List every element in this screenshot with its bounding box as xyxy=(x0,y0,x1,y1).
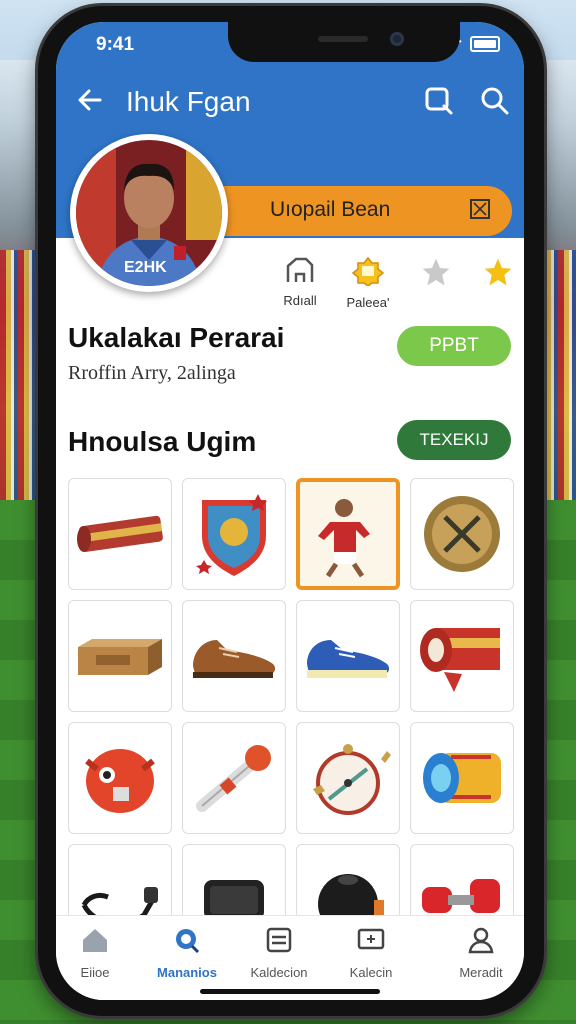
player-card-icon xyxy=(318,499,370,578)
banner-label: Uıopail Bean xyxy=(270,198,391,221)
medal-icon xyxy=(424,496,500,572)
star-outline-button[interactable] xyxy=(406,256,466,293)
action-rdiall[interactable]: Rdıall xyxy=(270,256,330,308)
page-title: Ihuk Fgan xyxy=(126,86,251,117)
collection-icon xyxy=(266,927,292,953)
grid-item-compass[interactable] xyxy=(296,722,400,834)
svg-text:E2HK: E2HK xyxy=(124,259,167,276)
home-indicator[interactable] xyxy=(200,989,380,994)
scan-search-icon[interactable] xyxy=(424,86,454,116)
back-arrow-icon[interactable] xyxy=(76,86,104,114)
tab-label: Mananios xyxy=(157,965,217,980)
star-filled-icon xyxy=(484,258,512,286)
star-filled-button[interactable] xyxy=(468,256,524,293)
status-time: 9:41 xyxy=(96,34,135,55)
tab-kaldecion[interactable]: Kaldecion xyxy=(234,926,324,980)
profile-name: Ukalakaı Perarai xyxy=(68,322,285,353)
tab-label: Kalecin xyxy=(349,965,393,980)
wooden-box-icon xyxy=(78,639,162,675)
grid-item-crest[interactable] xyxy=(182,478,286,590)
ppbt-button[interactable]: PPBT xyxy=(397,326,511,366)
search-badge-icon xyxy=(176,929,200,954)
blue-boot-icon xyxy=(307,640,390,678)
front-camera xyxy=(390,32,404,46)
scarf-roll-icon xyxy=(420,628,500,692)
grid-item-scarf-roll[interactable] xyxy=(410,600,514,712)
grid-item-brown-shoe[interactable] xyxy=(182,600,286,712)
tab-home[interactable]: Eiioe xyxy=(56,926,140,980)
profile-subtitle: Rroffin Arry, 2alinga xyxy=(68,362,236,384)
action-label: Rdıall xyxy=(283,293,317,308)
grid-item-medal[interactable] xyxy=(410,478,514,590)
action-paleea[interactable]: Paleea' xyxy=(338,256,398,310)
brown-shoe-icon xyxy=(193,640,276,678)
tab-meradit[interactable]: Meradit xyxy=(436,926,524,980)
compass-icon xyxy=(313,744,391,815)
star-outline-icon xyxy=(422,258,450,286)
tab-kalecin[interactable]: Kalecin xyxy=(326,926,416,980)
tab-label: Eiioe xyxy=(80,965,110,980)
profile-banner[interactable]: Uıopail Bean xyxy=(206,186,512,236)
tab-label: Kaldecion xyxy=(250,965,308,980)
section-title: Hnoulsa Ugim xyxy=(68,426,257,457)
app-screen: 9:41 Ihuk Fgan Uıopail Bean E2HK Rdıall … xyxy=(56,22,524,1000)
grid-item-blue-boot[interactable] xyxy=(296,600,400,712)
texekij-button[interactable]: TEXEKIJ xyxy=(397,420,511,460)
profile-card-icon xyxy=(286,257,314,282)
grid-item-player[interactable] xyxy=(296,478,400,590)
grid-item-mascot[interactable] xyxy=(68,722,172,834)
speaker xyxy=(318,36,368,42)
tab-bar: Eiioe Mananios Kaldecion Kalecin Meradit xyxy=(56,915,524,1000)
grid-item-scarf[interactable] xyxy=(68,478,172,590)
scarf-icon xyxy=(77,515,163,552)
card-icon xyxy=(357,928,385,950)
tape-roll-icon xyxy=(423,753,501,803)
red-mascot-icon xyxy=(85,749,155,813)
torch-icon xyxy=(196,745,271,812)
badge-icon xyxy=(351,256,385,287)
battery-icon xyxy=(470,36,500,52)
grid-item-torch[interactable] xyxy=(182,722,286,834)
home-icon xyxy=(83,929,107,952)
crest-badge-icon xyxy=(196,494,267,576)
user-icon xyxy=(468,927,494,954)
action-label: Paleea' xyxy=(346,295,390,310)
action-row: Rdıall Paleea' xyxy=(266,256,516,316)
grid-item-tape-roll[interactable] xyxy=(410,722,514,834)
notch xyxy=(228,22,460,62)
tab-mananios[interactable]: Mananios xyxy=(142,926,232,980)
avatar[interactable]: E2HK xyxy=(70,134,228,292)
tab-label: Meradit xyxy=(459,965,503,980)
grid-item-box[interactable] xyxy=(68,600,172,712)
close-box-icon[interactable] xyxy=(470,199,490,219)
search-icon[interactable] xyxy=(480,86,510,116)
